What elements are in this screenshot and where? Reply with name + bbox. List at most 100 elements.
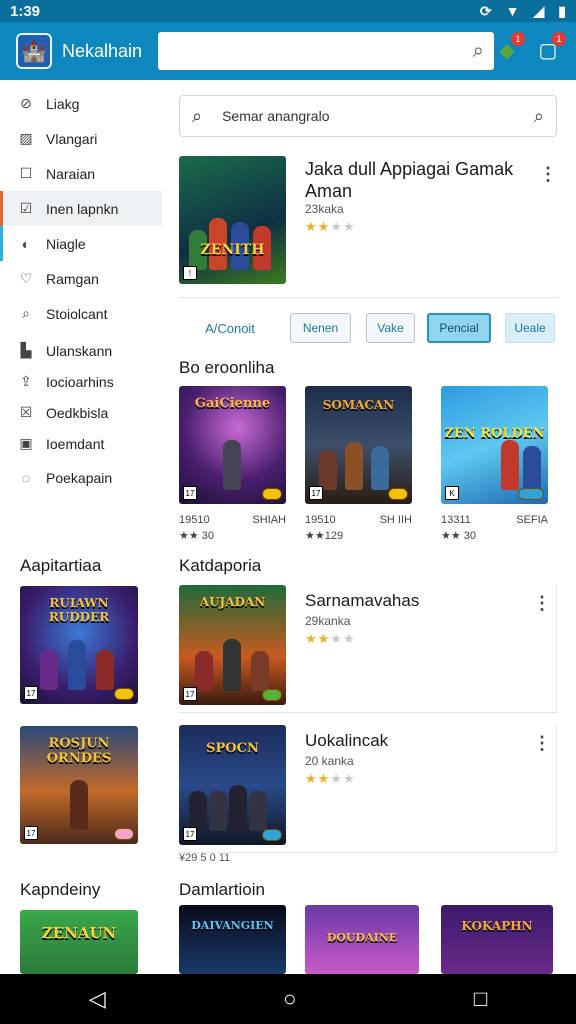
- heart-icon: ♡: [19, 270, 33, 286]
- messages-button[interactable]: ▢ 1: [534, 32, 566, 64]
- featured-cover-image: ZENITH !: [179, 156, 286, 284]
- section-title-category: Katdaporia: [179, 556, 262, 575]
- chip-5[interactable]: Ueale: [505, 313, 555, 343]
- cover-text: DAIVANGIEN: [191, 919, 274, 932]
- cover-text: RUIAWN RUDDER: [48, 596, 110, 624]
- main-search-field[interactable]: ⌕ Semar anangralo ⌕: [179, 95, 557, 137]
- age-rating-icon: 17: [24, 826, 38, 840]
- sidebar-item-3[interactable]: ☐ Naraian: [0, 156, 165, 191]
- cover-text: KOKAPHN: [461, 919, 533, 933]
- grid-card-2[interactable]: SOMACAN 17 19510 SH IIH ★★129: [305, 386, 412, 542]
- list-card-1[interactable]: AUJADAN 17 Sarnamavahas 29kanka ★★★★ ⋮: [179, 585, 557, 713]
- home-icon[interactable]: ○: [283, 986, 296, 1012]
- sidebar-item-8[interactable]: ▙ Ulanskann: [0, 335, 165, 366]
- more-options-icon[interactable]: ⋮: [539, 164, 557, 185]
- sidebar-item-6[interactable]: ♡ Ramgan: [0, 261, 165, 296]
- cover-text: ROSJUN ORNDES: [46, 736, 112, 766]
- search-icon: ⌕: [192, 105, 203, 126]
- bottom-card-3[interactable]: DOUDAINE: [305, 905, 419, 974]
- chip-1[interactable]: A/Conoit: [195, 313, 265, 343]
- sidebar: ⊘ Liakg ▨ Vlangari ☐ Naraian ☑ Inen lapnkn ◐…: [0, 86, 165, 496]
- game-number: 19510: [179, 514, 210, 526]
- featured-app-card[interactable]: ZENITH ! Jaka dull Appiagai Gamak Aman 2…: [179, 156, 557, 286]
- droplet-icon: ◐: [21, 235, 31, 252]
- cover-image: RUIAWN RUDDER 17: [20, 586, 138, 704]
- cover-image: SOMACAN 17: [305, 386, 412, 504]
- list-card-2[interactable]: SPOCN 17 Uokalincak 20 kanka ★★★★ ⋮: [179, 725, 557, 853]
- cover-text: ZENAUN: [41, 924, 117, 942]
- app-logo[interactable]: 🏰: [16, 33, 52, 69]
- left-card-1[interactable]: RUIAWN RUDDER 17: [20, 586, 138, 704]
- sidebar-item-9[interactable]: ⇪ Iocioarhins: [0, 366, 165, 397]
- recents-icon[interactable]: □: [474, 986, 487, 1012]
- game-tag: SEFIA: [516, 514, 548, 526]
- section-title-left-featured: Aapitartiaa: [20, 556, 102, 575]
- search-icon[interactable]: ⌕: [473, 40, 484, 63]
- game-tag: SH IIH: [379, 514, 412, 526]
- game-number: 19510: [305, 514, 336, 526]
- system-nav-bar: ◁ ○ □: [0, 974, 576, 1024]
- signal-icon: ◢: [533, 2, 545, 19]
- app-bar: 🏰 Nekalhain ⌕ ◆ 1 ▢ 1: [0, 22, 576, 80]
- list-footer-text: ¥29 5 0 11: [179, 852, 231, 864]
- sidebar-item-5[interactable]: ◐ Niagle: [0, 226, 165, 261]
- notifications-button[interactable]: ◆ 1: [493, 32, 525, 64]
- back-icon[interactable]: ◁: [89, 986, 106, 1012]
- chip-2[interactable]: Nenen: [290, 313, 351, 343]
- grid-card-1[interactable]: GaiCienne 17 19510 SHIAH ★★ 30: [179, 386, 286, 542]
- square-icon: ☐: [19, 165, 33, 181]
- status-bar: 1:39 ⟳ ▼ ◢ ▮: [0, 0, 576, 22]
- sidebar-item-7[interactable]: ⌕ Stoiolcant: [0, 296, 165, 331]
- bottom-card-1[interactable]: ZENAUN: [20, 910, 138, 974]
- upload-icon: ⇪: [20, 373, 32, 389]
- game-number: 13311: [441, 514, 471, 526]
- left-card-2[interactable]: ROSJUN ORNDES 17: [20, 726, 138, 844]
- cover-image: SPOCN 17: [179, 725, 286, 845]
- more-options-icon[interactable]: ⋮: [533, 593, 551, 614]
- sidebar-item-2[interactable]: ▨ Vlangari: [0, 121, 165, 156]
- list-card-subtitle: 20 kanka: [305, 754, 354, 768]
- publisher-badge-icon: [262, 689, 282, 701]
- lock-icon: ▣: [19, 435, 33, 451]
- tag-icon: ⊘: [20, 95, 32, 111]
- sidebar-item-1[interactable]: ⊘ Liakg: [0, 86, 165, 121]
- list-card-subtitle: 29kanka: [305, 614, 351, 628]
- sidebar-item-12[interactable]: ◌ Poekapain: [0, 459, 165, 496]
- status-time: 1:39: [10, 2, 41, 20]
- age-rating-icon: 17: [24, 686, 38, 700]
- publisher-badge-icon: [114, 828, 134, 840]
- list-card-rating-stars: ★★★★: [305, 771, 356, 786]
- sync-icon: ⟳: [479, 2, 492, 19]
- chat-icon: ◌: [21, 469, 31, 486]
- age-rating-icon: 17: [183, 687, 197, 701]
- age-rating-icon: K: [445, 486, 459, 500]
- search-submit-icon[interactable]: ⌕: [534, 106, 544, 127]
- section-title-bottom-main: Damlartioin: [179, 880, 265, 899]
- publisher-badge-icon: [262, 829, 282, 841]
- search-placeholder: Semar anangralo: [222, 108, 330, 124]
- cover-image: ROSJUN ORNDES 17: [20, 726, 138, 844]
- sidebar-item-11[interactable]: ▣ Ioemdant: [0, 428, 165, 459]
- app-name: Nekalhain: [62, 40, 143, 61]
- publisher-badge-icon: [114, 688, 134, 700]
- battery-icon: ▮: [558, 2, 566, 19]
- publisher-badge-icon: [518, 488, 544, 500]
- bottom-card-4[interactable]: KOKAPHN: [441, 905, 553, 974]
- image-icon: ▨: [19, 130, 33, 146]
- featured-cover-text: ZENITH: [200, 242, 265, 258]
- messages-badge: 1: [552, 32, 566, 46]
- chip-4[interactable]: Pencial: [427, 313, 491, 343]
- bottom-card-2[interactable]: DAIVANGIEN: [179, 905, 286, 974]
- game-rating: ★★129: [305, 530, 344, 542]
- cover-text: SOMACAN: [322, 398, 395, 412]
- more-options-icon[interactable]: ⋮: [533, 733, 551, 754]
- sidebar-item-10[interactable]: ☒ Oedkbisla: [0, 397, 165, 428]
- section-title-left-bottom: Kapndeiny: [20, 880, 101, 899]
- close-box-icon: ☒: [19, 404, 33, 420]
- grid-card-3[interactable]: ZEN ROLDEN K 13311 SEFIA ★★ 30: [441, 386, 548, 542]
- top-search-input[interactable]: ⌕: [158, 32, 494, 70]
- sidebar-item-4[interactable]: ☑ Inen lapnkn: [0, 191, 162, 226]
- notifications-badge: 1: [511, 32, 525, 46]
- featured-title: Jaka dull Appiagai Gamak Aman: [305, 159, 514, 201]
- chip-3[interactable]: Vake: [366, 313, 415, 343]
